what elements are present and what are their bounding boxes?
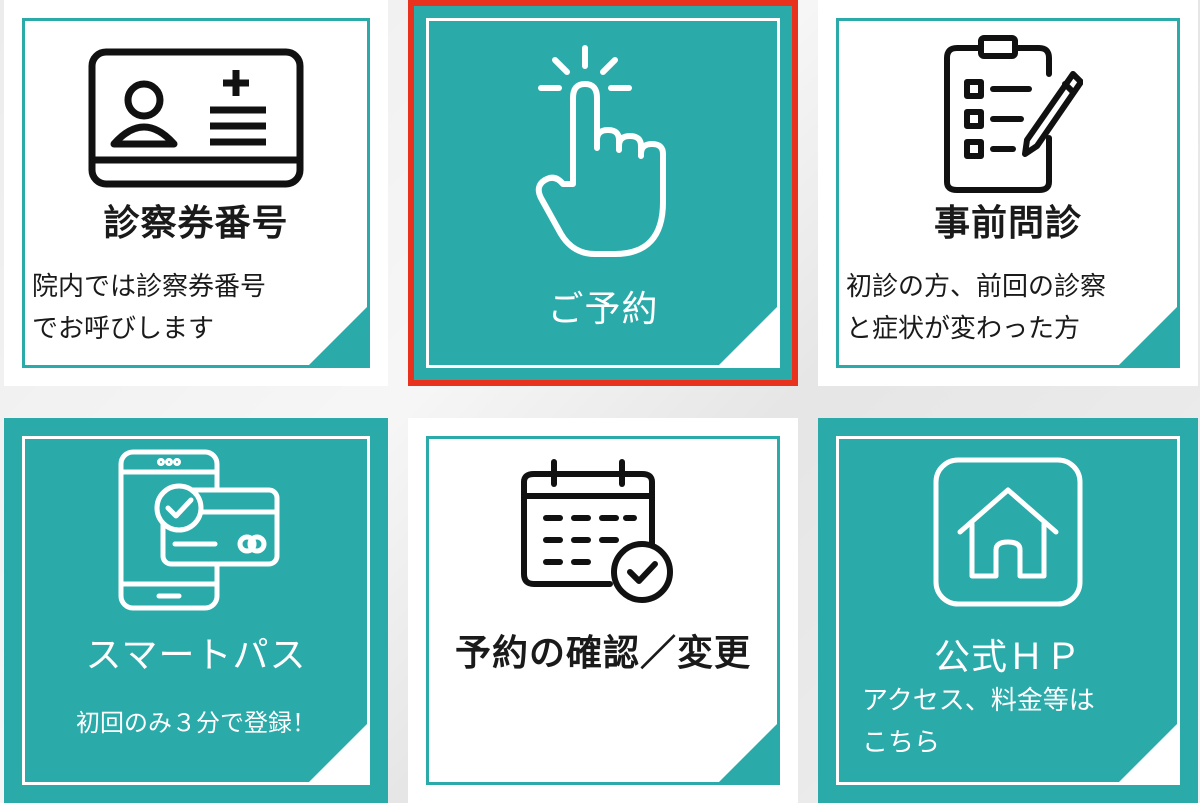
- tile-title: ご予約: [547, 289, 659, 330]
- desc-line: 初診の方、前回の診察: [846, 272, 1107, 302]
- tile-description: アクセス、料金等は こちら: [862, 680, 1170, 764]
- desc-line: こちら: [862, 728, 941, 758]
- tile-corner: [719, 724, 777, 782]
- tile-title: スマートパス: [85, 635, 307, 676]
- tile-title: 予約の確認／変更: [454, 633, 751, 674]
- desc-line: と症状が変わった方: [846, 314, 1081, 344]
- home-icon: [933, 457, 1083, 607]
- clipboard-pencil-icon: [944, 35, 1083, 193]
- tap-hand-icon: [535, 45, 666, 257]
- tile-description: 初回のみ３分で登録！: [4, 702, 388, 744]
- tile-description: 初診の方、前回の診察 と症状が変わった方: [846, 266, 1170, 350]
- tile-official-hp[interactable]: 公式ＨＰ アクセス、料金等は こちら: [818, 418, 1198, 803]
- tile-title: 診察券番号: [103, 203, 289, 244]
- id-card-icon: [88, 48, 304, 188]
- tile-description: 院内では診察券番号 でお呼びします: [32, 266, 360, 350]
- tile-reservation[interactable]: ご予約: [408, 0, 798, 386]
- desc-line: でお呼びします: [32, 314, 215, 344]
- desc-line: 初回のみ３分で登録！: [76, 709, 316, 737]
- tile-card-number[interactable]: 診察券番号 院内では診察券番号 でお呼びします: [4, 0, 388, 386]
- calendar-check-icon: [521, 459, 673, 603]
- tile-smart-pass[interactable]: スマートパス 初回のみ３分で登録！: [4, 418, 388, 803]
- tile-title: 事前問診: [933, 203, 1082, 244]
- tile-confirm-change[interactable]: 予約の確認／変更: [408, 418, 798, 803]
- desc-line: アクセス、料金等は: [862, 686, 1095, 716]
- tile-title: 公式ＨＰ: [933, 637, 1082, 678]
- phone-card-icon: [118, 449, 280, 611]
- desc-line: 院内では診察券番号: [32, 272, 267, 302]
- tile-pre-consultation[interactable]: 事前問診 初診の方、前回の診察 と症状が変わった方: [818, 0, 1198, 386]
